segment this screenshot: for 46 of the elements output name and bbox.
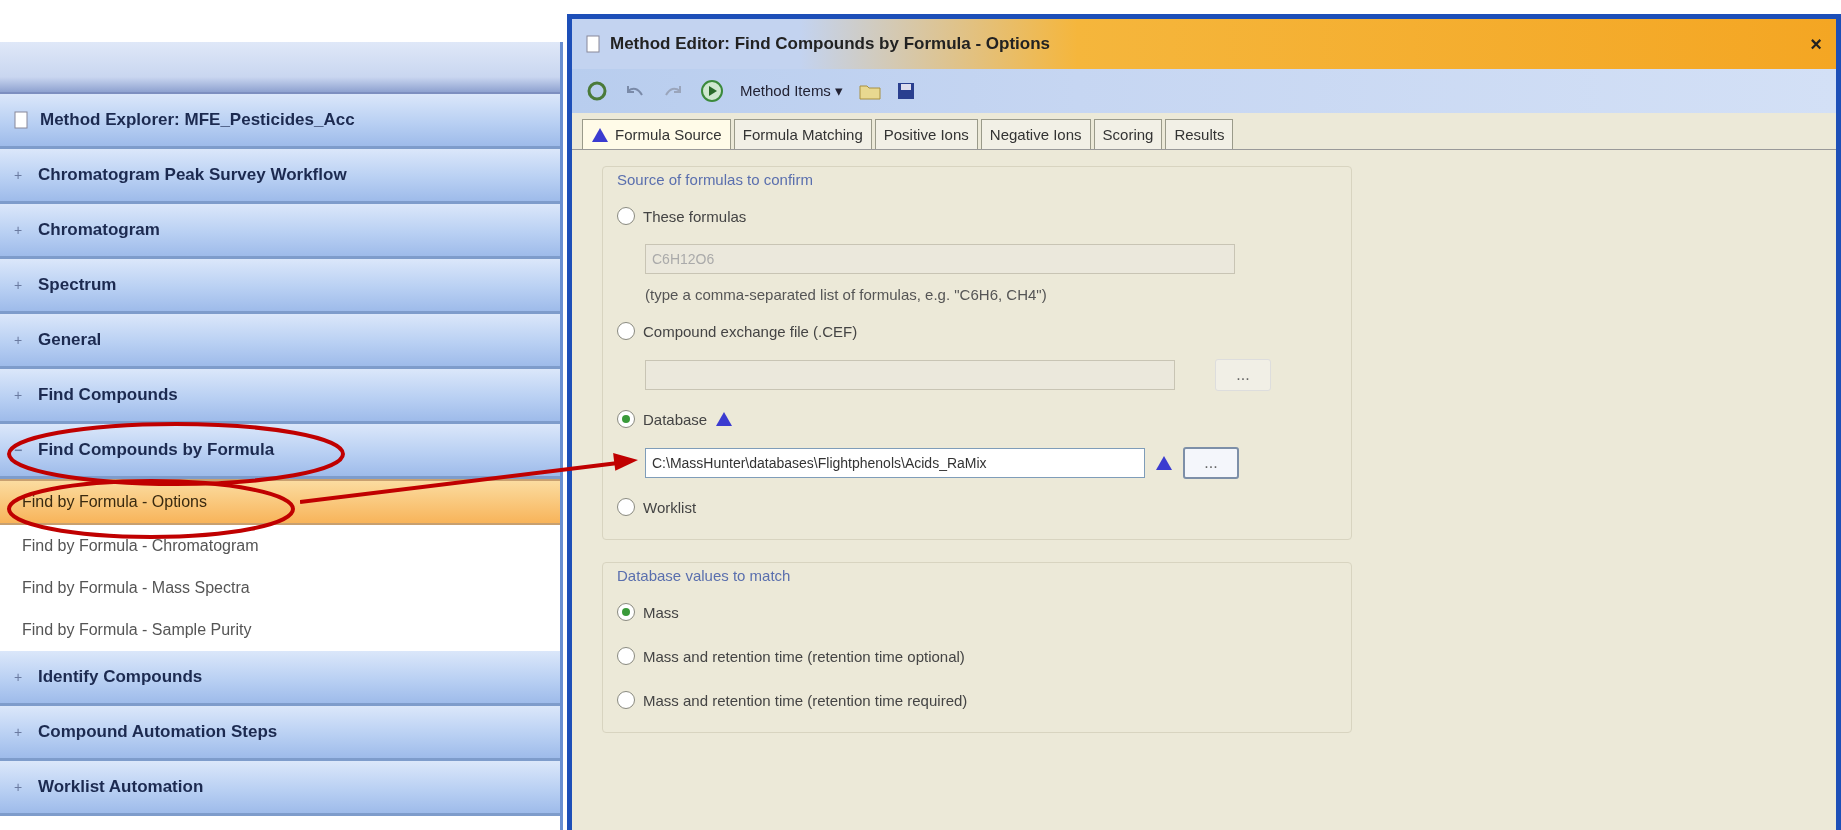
browse-button[interactable]: ... <box>1183 447 1239 479</box>
option-label: Worklist <box>643 498 697 516</box>
option-label: Compound exchange file (.CEF) <box>643 322 858 340</box>
document-icon <box>586 35 600 53</box>
option-label: Mass <box>643 603 679 621</box>
group-title: Source of formulas to confirm <box>617 171 814 188</box>
section-header[interactable]: + Chromatogram Peak Survey Workflow <box>0 149 560 204</box>
explorer-title-text: Method Explorer: MFE_Pesticides_Acc <box>40 110 355 130</box>
warning-icon <box>591 126 609 143</box>
radio-button[interactable] <box>617 603 635 621</box>
warning-icon <box>1155 455 1173 471</box>
tab[interactable]: Negative Ions <box>980 119 1091 149</box>
warning-icon <box>715 411 734 427</box>
tab[interactable]: Formula Source <box>582 119 731 149</box>
option-label: These formulas <box>643 207 747 225</box>
radio-button[interactable] <box>617 207 635 225</box>
section-header[interactable]: + Spectrum <box>0 259 560 314</box>
option-label: Mass and retention time (retention time required) <box>643 691 968 709</box>
section-header[interactable]: − Find Compounds by Formula <box>0 424 560 479</box>
text-field[interactable]: C:\MassHunter\databases\Flightphenols\Acids_RaMix <box>645 448 1145 478</box>
refresh-icon[interactable] <box>586 80 608 102</box>
group-title: Database values to match <box>617 567 792 584</box>
option-label: Database <box>643 410 708 428</box>
section-header[interactable]: + Worklist Automation <box>0 761 560 816</box>
run-icon[interactable] <box>700 79 724 103</box>
tab[interactable]: Positive Ions <box>874 119 978 149</box>
tab[interactable]: Scoring <box>1093 119 1163 149</box>
radio-button[interactable] <box>617 691 635 709</box>
section-header[interactable]: + General <box>0 314 560 369</box>
tab[interactable]: Results <box>1165 119 1234 149</box>
radio-button[interactable] <box>617 498 635 516</box>
section-header[interactable]: + Chromatogram <box>0 204 560 259</box>
radio-button[interactable] <box>617 410 635 428</box>
close-button[interactable]: × <box>1810 32 1822 56</box>
hint-text: (type a comma-separated list of formulas, e.g. "C6H6, CH4") <box>644 286 1048 303</box>
method-items-menu[interactable]: Method Items ▾ <box>740 82 844 100</box>
option-label: Mass and retention time (retention time optional) <box>643 647 965 665</box>
section-header[interactable]: + Identify Compounds <box>0 651 560 706</box>
document-icon <box>14 111 28 129</box>
section-header[interactable]: + Find Compounds <box>0 369 560 424</box>
radio-button[interactable] <box>617 322 635 340</box>
tab[interactable]: Formula Matching <box>733 119 872 149</box>
radio-button[interactable] <box>617 647 635 665</box>
window-title: Method Editor: Find Compounds by Formula - Options <box>610 34 1052 54</box>
save-icon[interactable] <box>897 82 916 100</box>
section-header[interactable]: + Compound Automation Steps <box>0 706 560 761</box>
